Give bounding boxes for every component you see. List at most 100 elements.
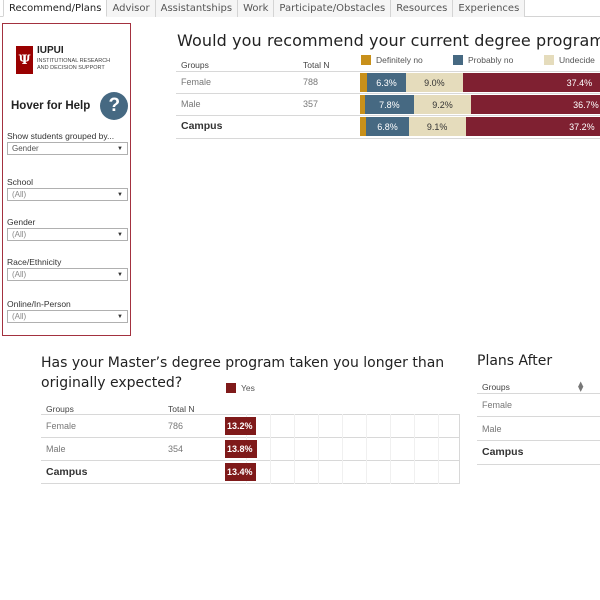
title-line-1: Has your Master’s degree program taken y… bbox=[41, 355, 445, 371]
legend-item-definitely-no[interactable]: Definitely no bbox=[361, 55, 423, 65]
tab-experiences[interactable]: Experiences bbox=[453, 0, 526, 17]
filter-label: Online/In-Person bbox=[7, 299, 71, 309]
logo-subtitle-1: INSTITUTIONAL RESEARCH bbox=[37, 58, 111, 64]
bar-segment-probably-yes-female[interactable]: 37.4% bbox=[462, 73, 600, 92]
legend-swatch bbox=[361, 55, 371, 65]
filter-race-ethnicity: Race/Ethnicity (All) ▼ bbox=[7, 257, 128, 281]
bar-segment-probably-no-female[interactable]: 6.3% bbox=[366, 73, 407, 92]
total-n-male: 354 bbox=[168, 444, 184, 454]
dropdown-value: (All) bbox=[12, 312, 27, 321]
bar-segment-definitely-no-female[interactable] bbox=[360, 73, 367, 92]
legend-item-undecided[interactable]: Undecide bbox=[544, 55, 595, 65]
sort-icon[interactable]: ▲ ▼ bbox=[578, 381, 583, 393]
tab-resources[interactable]: Resources bbox=[391, 0, 454, 17]
help-question-icon[interactable]: ? bbox=[100, 92, 129, 120]
plans-after-title: Plans After bbox=[477, 353, 553, 369]
bar-segment-undecided-campus[interactable]: 9.1% bbox=[408, 117, 466, 136]
group-by-dropdown[interactable]: Gender ▼ bbox=[7, 142, 128, 155]
tab-participate-obstacles[interactable]: Participate/Obstacles bbox=[274, 0, 392, 17]
gridline bbox=[318, 414, 319, 484]
bar-yes-male[interactable]: 13.8% bbox=[225, 440, 258, 458]
school-dropdown[interactable]: (All) ▼ bbox=[7, 188, 128, 201]
bar-yes-female[interactable]: 13.2% bbox=[225, 417, 257, 435]
filter-label: Show students grouped by... bbox=[7, 131, 115, 141]
filter-school: School (All) ▼ bbox=[7, 177, 128, 201]
filter-online-in-person: Online/In-Person (All) ▼ bbox=[7, 299, 128, 323]
row-divider bbox=[176, 138, 600, 139]
row-divider bbox=[176, 93, 600, 94]
total-n-male: 357 bbox=[303, 99, 319, 109]
tab-bar: Recommend/Plans Advisor Assistantships W… bbox=[0, 0, 600, 17]
row-divider bbox=[176, 71, 600, 72]
row-divider bbox=[477, 464, 600, 465]
row-divider bbox=[477, 393, 600, 394]
groups-column-header: Groups bbox=[181, 60, 209, 70]
dropdown-value: (All) bbox=[12, 190, 27, 199]
iupui-logo: Ψ IUPUI INSTITUTIONAL RESEARCH AND DECIS… bbox=[16, 46, 110, 74]
bar-segment-probably-yes-campus[interactable]: 37.2% bbox=[465, 117, 600, 136]
gridline bbox=[366, 414, 367, 484]
legend-label: Undecide bbox=[559, 55, 595, 65]
filter-sidebar: Ψ IUPUI INSTITUTIONAL RESEARCH AND DECIS… bbox=[2, 23, 131, 336]
chevron-down-icon: ▼ bbox=[117, 145, 123, 152]
legend-item-yes[interactable]: Yes bbox=[226, 383, 255, 393]
tab-advisor[interactable]: Advisor bbox=[107, 0, 156, 17]
trident-icon: Ψ bbox=[16, 46, 33, 74]
bar-segment-probably-no-campus[interactable]: 6.8% bbox=[366, 117, 409, 136]
bar-segment-undecided-female[interactable]: 9.0% bbox=[406, 73, 463, 92]
legend-label: Definitely no bbox=[376, 55, 423, 65]
bar-yes-campus[interactable]: 13.4% bbox=[225, 463, 257, 481]
row-divider bbox=[477, 440, 600, 441]
row-divider bbox=[477, 416, 600, 417]
legend-item-probably-no[interactable]: Probably no bbox=[453, 55, 513, 65]
legend-swatch bbox=[453, 55, 463, 65]
legend-label: Probably no bbox=[468, 55, 514, 65]
dropdown-value: (All) bbox=[12, 270, 27, 279]
hover-for-help-label: Hover for Help bbox=[11, 100, 91, 112]
chevron-down-icon: ▼ bbox=[117, 313, 123, 320]
gender-dropdown[interactable]: (All) ▼ bbox=[7, 228, 128, 241]
tab-work[interactable]: Work bbox=[238, 0, 275, 17]
dropdown-value: Gender bbox=[12, 144, 39, 153]
logo-subtitle-2: AND DECISION SUPPORT bbox=[37, 64, 105, 71]
longer-bar-area bbox=[222, 414, 460, 484]
bar-segment-probably-yes-male[interactable]: 36.7% bbox=[471, 95, 600, 114]
online-in-person-dropdown[interactable]: (All) ▼ bbox=[7, 310, 128, 323]
chevron-down-icon: ▼ bbox=[117, 271, 123, 278]
tab-recommend-plans[interactable]: Recommend/Plans bbox=[3, 0, 108, 17]
total-n-female: 788 bbox=[303, 77, 319, 87]
filter-label: Race/Ethnicity bbox=[7, 257, 62, 267]
group-label-campus: Campus bbox=[482, 446, 524, 458]
gridline bbox=[414, 414, 415, 484]
group-label-male: Male bbox=[482, 424, 502, 434]
row-divider bbox=[176, 115, 600, 116]
group-label-male: Male bbox=[181, 99, 201, 109]
bar-segment-undecided-male[interactable]: 9.2% bbox=[413, 95, 472, 114]
filter-gender: Gender (All) ▼ bbox=[7, 217, 128, 241]
bar-segment-probably-no-male[interactable]: 7.8% bbox=[365, 95, 414, 114]
legend-label: Yes bbox=[241, 383, 255, 393]
dropdown-value: (All) bbox=[12, 230, 27, 239]
race-ethnicity-dropdown[interactable]: (All) ▼ bbox=[7, 268, 128, 281]
legend-swatch bbox=[544, 55, 554, 65]
groups-column-header: Groups bbox=[46, 404, 74, 414]
gridline bbox=[438, 414, 439, 484]
gridline bbox=[270, 414, 271, 484]
group-label-female: Female bbox=[46, 421, 77, 431]
filter-group-by: Show students grouped by... Gender ▼ bbox=[7, 131, 128, 155]
total-n-column-header: Total N bbox=[303, 60, 330, 70]
total-n-column-header: Total N bbox=[168, 404, 195, 414]
gridline bbox=[342, 414, 343, 484]
gridline bbox=[390, 414, 391, 484]
filter-label: Gender bbox=[7, 217, 36, 227]
tab-assistantships[interactable]: Assistantships bbox=[155, 0, 239, 17]
group-label-male: Male bbox=[46, 444, 66, 454]
group-label-female: Female bbox=[482, 400, 513, 410]
legend-swatch bbox=[226, 383, 236, 393]
chevron-down-icon: ▼ bbox=[117, 231, 123, 238]
recommend-chart-title: Would you recommend your current degree … bbox=[177, 31, 600, 50]
group-label-female: Female bbox=[181, 77, 212, 87]
group-label-campus: Campus bbox=[181, 120, 223, 132]
groups-column-header: Groups bbox=[482, 382, 510, 392]
logo-title: IUPUI bbox=[37, 45, 64, 56]
